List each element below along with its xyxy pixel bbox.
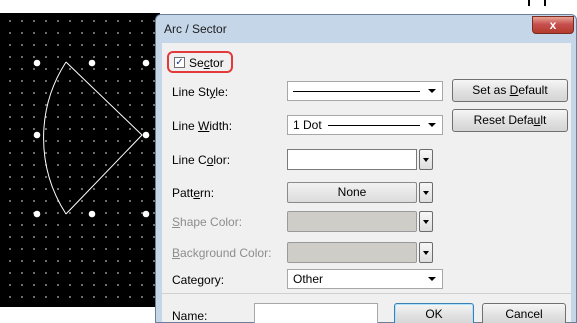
handle-bottom-mid — [88, 210, 96, 218]
handle-bottom-right — [142, 210, 150, 218]
dialog-body: ✓ Sector Line Style: Line Width: 1 Dot L… — [162, 43, 571, 323]
name-label: Name: — [172, 309, 208, 323]
background-color-dropdown[interactable] — [419, 242, 433, 263]
sector-highlight: ✓ Sector — [167, 51, 233, 73]
line-color-dropdown[interactable] — [419, 149, 433, 170]
chevron-down-icon — [428, 277, 436, 281]
sector-shape[interactable] — [0, 13, 160, 307]
handle-mid-right — [142, 131, 150, 139]
ok-button[interactable]: OK — [394, 303, 474, 323]
sector-checkbox[interactable]: ✓ — [174, 57, 185, 68]
pattern-value: None — [337, 185, 367, 199]
category-label: Category: — [172, 273, 225, 287]
handle-bottom-left — [33, 210, 41, 218]
cancel-button[interactable]: Cancel — [482, 303, 566, 323]
selection-handles — [33, 59, 150, 218]
line-width-value: 1 Dot — [293, 118, 322, 132]
background-color-swatch — [287, 242, 417, 263]
sector-label: Sector — [189, 56, 224, 70]
title-bar: Arc / Sector x — [156, 15, 576, 43]
separator — [162, 293, 571, 294]
chevron-down-icon — [423, 191, 429, 195]
shape-color-dropdown[interactable] — [419, 211, 433, 232]
category-select[interactable]: Other — [287, 269, 443, 289]
pattern-picker[interactable]: None — [287, 182, 417, 203]
close-button[interactable]: x — [532, 16, 574, 34]
handle-top-right — [142, 59, 150, 67]
chevron-down-icon — [428, 123, 436, 127]
handle-top-mid — [88, 59, 96, 67]
reset-default-button[interactable]: Reset Default — [452, 109, 568, 132]
shape-color-swatch — [287, 211, 417, 232]
chevron-down-icon — [423, 220, 429, 224]
category-value: Other — [293, 272, 324, 286]
handle-mid-left — [33, 131, 41, 139]
set-as-default-button[interactable]: Set as Default — [452, 79, 568, 102]
checkmark-icon: ✓ — [175, 57, 184, 68]
line-width-label: Line Width: — [172, 119, 233, 133]
handle-top-left — [33, 59, 41, 67]
line-width-select[interactable]: 1 Dot — [287, 115, 443, 135]
chevron-down-icon — [428, 89, 436, 93]
line-style-label: Line Style: — [172, 85, 229, 99]
line-color-label: Line Color: — [172, 153, 231, 167]
shape-color-label: Shape Color: — [172, 215, 243, 229]
line-width-preview — [328, 125, 420, 126]
line-color-swatch[interactable] — [287, 149, 417, 170]
name-field[interactable] — [254, 303, 378, 323]
line-style-preview — [293, 91, 420, 92]
line-style-select[interactable] — [287, 81, 443, 101]
close-icon: x — [549, 18, 557, 32]
pattern-label: Pattern: — [172, 186, 215, 200]
pattern-dropdown[interactable] — [419, 182, 433, 203]
chevron-down-icon — [423, 251, 429, 255]
drawing-canvas[interactable] — [0, 13, 160, 307]
background-window-edge — [440, 0, 577, 10]
arc-sector-dialog: Arc / Sector x ✓ Sector Line Style: Line… — [155, 14, 577, 323]
chevron-down-icon — [423, 158, 429, 162]
background-color-label: Background Color: — [172, 246, 272, 260]
dialog-title: Arc / Sector — [164, 22, 227, 36]
